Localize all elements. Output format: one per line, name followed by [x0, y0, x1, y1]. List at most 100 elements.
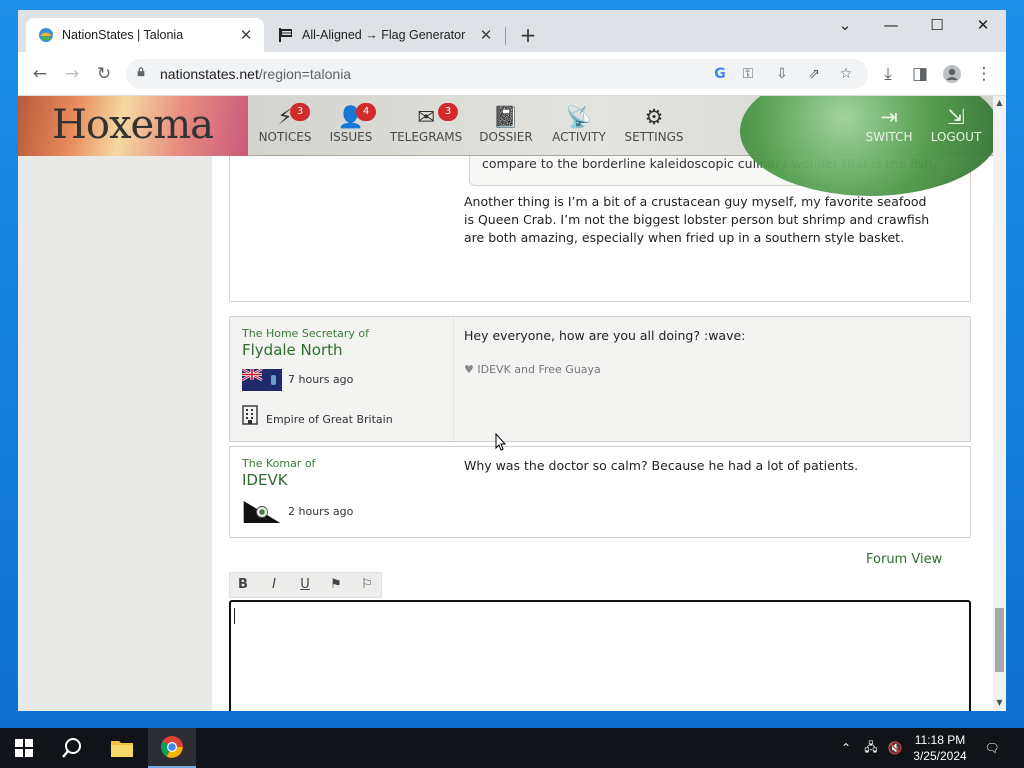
italic-button[interactable]: I: [262, 572, 286, 598]
close-tab-icon[interactable]: ✕: [236, 26, 256, 44]
switch-icon: ⇥: [880, 105, 898, 129]
nav-settings[interactable]: ⚙ SETTINGS: [622, 104, 686, 144]
taskbar: ⌃ 🖧 🔇 11:18 PM 3/25/2024 🗨: [0, 728, 1024, 768]
profile-avatar-icon[interactable]: [938, 60, 966, 88]
post-line: is Queen Crab. I’m not the biggest lobst…: [464, 212, 930, 227]
nation-flag[interactable]: [242, 501, 282, 523]
url-host: nationstates.net: [160, 66, 259, 82]
nav-telegrams[interactable]: ✉ 3 TELEGRAMS: [388, 103, 464, 144]
nav-label: ISSUES: [329, 130, 373, 144]
underline-button[interactable]: U: [293, 572, 317, 598]
nav-issues[interactable]: 👤 4 ISSUES: [326, 103, 376, 144]
person-icon: 👤 4: [326, 103, 376, 130]
nation-name-link[interactable]: Flydale North: [242, 341, 343, 359]
post-body: Why was the doctor so calm? Because he h…: [464, 458, 859, 473]
lightning-icon: ⚡ 3: [256, 103, 314, 130]
mouse-cursor-icon: [495, 433, 507, 451]
left-sidebar: [18, 96, 212, 711]
search-icon[interactable]: [48, 728, 96, 768]
nation-flag[interactable]: [242, 369, 282, 391]
nation-pretitle: The Komar of: [242, 457, 316, 470]
nav-logout[interactable]: ⇲ LOGOUT: [928, 104, 984, 144]
scroll-down-arrow-icon[interactable]: ▼: [993, 698, 1006, 707]
close-tab-icon[interactable]: ✕: [476, 26, 496, 44]
site-banner: Hoxema ⚡ 3 NOTICES 👤 4 ISSUES ✉ 3 TELEGRAMS…: [18, 96, 993, 196]
flag-outline-icon[interactable]: ⚐: [355, 572, 379, 598]
side-panel-icon[interactable]: ◨: [906, 60, 934, 88]
maximize-button[interactable]: ☐: [914, 10, 960, 42]
tab-nationstates[interactable]: NationStates | Talonia ✕: [26, 18, 264, 52]
post-card: The Komar of IDEVK 2 hours ago Why was t…: [229, 446, 971, 538]
nav-notices[interactable]: ⚡ 3 NOTICES: [256, 103, 314, 144]
post-author-meta: The Komar of IDEVK 2 hours ago: [230, 447, 454, 537]
tab-separator: [505, 27, 506, 45]
building-icon: [242, 405, 260, 425]
flag-icon: [278, 27, 294, 43]
nationstates-favicon: [38, 27, 54, 43]
install-app-icon[interactable]: ⇩: [770, 62, 794, 86]
minimize-button[interactable]: —: [868, 10, 914, 42]
bookmark-star-icon[interactable]: ☆: [834, 62, 858, 86]
google-lens-icon[interactable]: G: [708, 62, 732, 86]
file-explorer-icon[interactable]: [98, 728, 146, 768]
region-name[interactable]: Empire of Great Britain: [266, 413, 393, 426]
nav-switch[interactable]: ⇥ SWITCH: [862, 104, 916, 144]
satellite-dish-icon: 📡: [565, 105, 593, 129]
post-timestamp[interactable]: 2 hours ago: [288, 505, 353, 518]
flag-filled-icon[interactable]: ⚑: [324, 572, 348, 598]
back-icon[interactable]: ←: [26, 60, 54, 88]
bold-button[interactable]: B: [231, 572, 255, 598]
nation-name-link[interactable]: IDEVK: [242, 471, 288, 489]
forum-view-link[interactable]: Forum View: [866, 552, 942, 567]
reload-icon[interactable]: ↻: [90, 60, 118, 88]
notification-badge: 3: [290, 103, 310, 121]
address-bar[interactable]: nationstates.net/region=talonia G ⚿ ⇩ ⇗ …: [126, 59, 868, 89]
browser-toolbar: ← → ↻ nationstates.net/region=talonia G …: [18, 52, 1006, 96]
share-icon[interactable]: ⇗: [802, 62, 826, 86]
post-likes: ♥ IDEVK and Free Guaya: [464, 363, 601, 376]
book-icon: 📓: [492, 105, 520, 129]
network-icon[interactable]: 🖧: [860, 728, 882, 768]
gears-icon: ⚙: [644, 105, 664, 129]
heart-icon[interactable]: ♥: [464, 363, 474, 376]
key-icon[interactable]: ⚿: [736, 62, 760, 86]
text-caret: [234, 608, 235, 624]
nav-label: DOSSIER: [479, 130, 533, 144]
post-card: The Home Secretary of Flydale North 7 ho…: [229, 316, 971, 442]
tab-search-icon[interactable]: ⌄: [822, 10, 868, 42]
tab-title: NationStates | Talonia: [62, 28, 184, 42]
downloads-icon[interactable]: ⤓: [874, 60, 902, 88]
clock-date: 3/25/2024: [913, 749, 967, 763]
new-tab-button[interactable]: +: [516, 24, 540, 48]
nation-pretitle: The Home Secretary of: [242, 327, 369, 340]
show-hidden-icons-chevron-icon[interactable]: ⌃: [836, 728, 856, 768]
clock-time: 11:18 PM: [914, 733, 966, 747]
system-clock[interactable]: 11:18 PM 3/25/2024: [900, 732, 980, 764]
nav-label: TELEGRAMS: [389, 130, 463, 144]
post-body: Hey everyone, how are you all doing? :wa…: [464, 328, 746, 343]
menu-kebab-icon[interactable]: ⋮: [970, 60, 998, 88]
site-logo[interactable]: Hoxema: [52, 102, 214, 148]
url-path: /region=talonia: [258, 66, 352, 82]
nav-label: NOTICES: [258, 130, 312, 144]
chrome-icon[interactable]: [148, 728, 196, 768]
post-timestamp[interactable]: 7 hours ago: [288, 373, 353, 386]
envelope-icon: ✉ 3: [388, 103, 464, 130]
forward-icon[interactable]: →: [58, 60, 86, 88]
page-scrollbar[interactable]: ▲ ▼: [993, 96, 1006, 711]
nav-activity[interactable]: 📡 ACTIVITY: [548, 104, 610, 144]
windows-start-icon[interactable]: [0, 728, 48, 768]
nav-label: SWITCH: [865, 130, 913, 144]
scrollbar-thumb[interactable]: [995, 608, 1004, 672]
tab-flag-generator[interactable]: All-Aligned → Flag Generator ✕: [266, 18, 504, 52]
post-line: are both amazing, especially when fried …: [464, 230, 905, 245]
nav-dossier[interactable]: 📓 DOSSIER: [476, 104, 536, 144]
notification-badge: 4: [356, 103, 376, 121]
message-textarea[interactable]: [229, 600, 971, 711]
browser-window: NationStates | Talonia ✕ All-Aligned → F…: [18, 10, 1006, 711]
likes-text[interactable]: IDEVK and Free Guaya: [477, 363, 600, 376]
scroll-up-arrow-icon[interactable]: ▲: [993, 98, 1006, 107]
post-body: Another thing is I’m a bit of a crustace…: [464, 193, 929, 247]
close-window-button[interactable]: ✕: [960, 10, 1006, 42]
notifications-icon[interactable]: 🗨: [980, 728, 1004, 768]
